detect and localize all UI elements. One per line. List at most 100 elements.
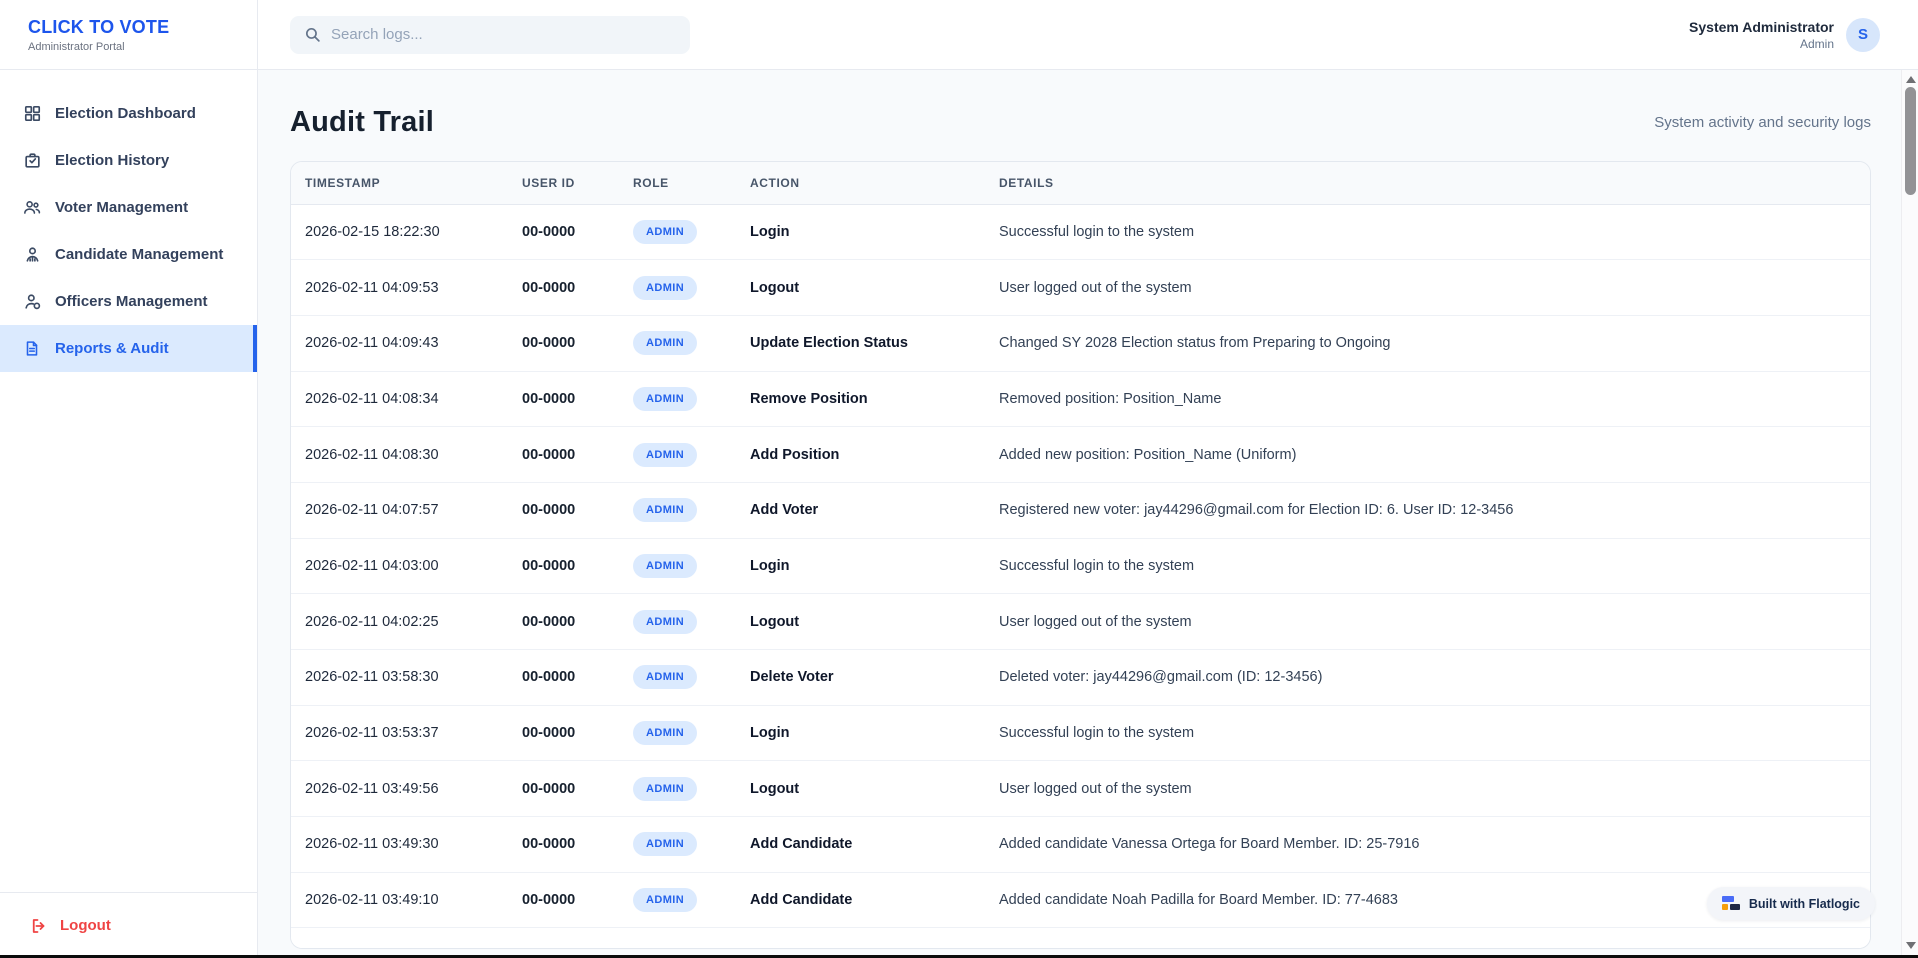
user-id-cell: 00-0000 bbox=[508, 650, 619, 706]
action-cell: Logout bbox=[736, 594, 985, 650]
flatlogic-label: Built with Flatlogic bbox=[1749, 897, 1860, 911]
logout-button[interactable]: Logout bbox=[0, 892, 257, 958]
sidebar-item-label: Candidate Management bbox=[55, 246, 223, 263]
timestamp-cell: 2026-02-11 04:02:25 bbox=[291, 594, 508, 650]
sidebar-nav: Election Dashboard Election History Voter … bbox=[0, 70, 257, 372]
avatar[interactable]: S bbox=[1846, 18, 1880, 52]
sidebar-item-officers-management[interactable]: Officers Management bbox=[0, 278, 257, 325]
action-cell: Login bbox=[736, 204, 985, 260]
search-box[interactable] bbox=[290, 16, 690, 54]
voters-group-icon bbox=[22, 198, 42, 218]
details-cell: User logged out of the system bbox=[985, 594, 1870, 650]
timestamp-cell: 2026-02-11 04:09:43 bbox=[291, 315, 508, 371]
role-badge: ADMIN bbox=[633, 498, 697, 522]
role-badge: ADMIN bbox=[633, 665, 697, 689]
table-row: 2026-02-15 18:22:3000-0000ADMINLoginSucc… bbox=[291, 204, 1870, 260]
details-cell: Successful login to the system bbox=[985, 705, 1870, 761]
action-cell: Add Candidate bbox=[736, 872, 985, 928]
table-row: 2026-02-11 03:49:3000-0000ADMINAdd Candi… bbox=[291, 817, 1870, 873]
timestamp-cell: 2026-02-11 03:49:10 bbox=[291, 872, 508, 928]
action-cell: Add Position bbox=[736, 427, 985, 483]
search-input[interactable] bbox=[331, 26, 676, 43]
logout-icon bbox=[30, 917, 48, 935]
timestamp-cell: 2026-02-11 04:09:53 bbox=[291, 260, 508, 316]
table-row-partial bbox=[291, 928, 1870, 948]
action-cell: Login bbox=[736, 705, 985, 761]
table-row: 2026-02-11 04:08:3400-0000ADMINRemove Po… bbox=[291, 371, 1870, 427]
details-cell: Deleted voter: jay44296@gmail.com (ID: 1… bbox=[985, 650, 1870, 706]
timestamp-cell: 2026-02-11 03:49:56 bbox=[291, 761, 508, 817]
details-cell: Registered new voter: jay44296@gmail.com… bbox=[985, 482, 1870, 538]
column-header-user-id: USER ID bbox=[508, 162, 619, 204]
search-icon bbox=[304, 26, 321, 43]
table-row: 2026-02-11 04:09:5300-0000ADMINLogoutUse… bbox=[291, 260, 1870, 316]
ballot-history-icon bbox=[22, 151, 42, 171]
timestamp-cell: 2026-02-11 03:58:30 bbox=[291, 650, 508, 706]
user-id-cell: 00-0000 bbox=[508, 761, 619, 817]
action-cell: Login bbox=[736, 538, 985, 594]
report-document-icon bbox=[22, 339, 42, 359]
table-row: 2026-02-11 04:08:3000-0000ADMINAdd Posit… bbox=[291, 427, 1870, 483]
role-badge: ADMIN bbox=[633, 888, 697, 912]
table-row: 2026-02-11 03:49:5600-0000ADMINLogoutUse… bbox=[291, 761, 1870, 817]
sidebar-item-label: Election History bbox=[55, 152, 169, 169]
user-id-cell: 00-0000 bbox=[508, 817, 619, 873]
user-menu[interactable]: System Administrator Admin S bbox=[1689, 0, 1880, 69]
action-cell: Add Voter bbox=[736, 482, 985, 538]
sidebar-item-candidate-management[interactable]: Candidate Management bbox=[0, 231, 257, 278]
flatlogic-logo-icon bbox=[1722, 896, 1740, 911]
role-badge: ADMIN bbox=[633, 276, 697, 300]
user-id-cell: 00-0000 bbox=[508, 482, 619, 538]
table-row: 2026-02-11 03:53:3700-0000ADMINLoginSucc… bbox=[291, 705, 1870, 761]
user-name: System Administrator bbox=[1689, 19, 1834, 35]
sidebar-item-election-dashboard[interactable]: Election Dashboard bbox=[0, 90, 257, 137]
candidate-person-icon bbox=[22, 245, 42, 265]
timestamp-cell: 2026-02-11 04:08:34 bbox=[291, 371, 508, 427]
user-id-cell: 00-0000 bbox=[508, 705, 619, 761]
top-bar: CLICK TO VOTE Administrator Portal Syste… bbox=[0, 0, 1918, 70]
role-badge: ADMIN bbox=[633, 610, 697, 634]
scrollbar-down-arrow-icon[interactable] bbox=[1906, 942, 1916, 949]
role-badge: ADMIN bbox=[633, 721, 697, 745]
sidebar-item-reports-audit[interactable]: Reports & Audit bbox=[0, 325, 257, 372]
user-id-cell: 00-0000 bbox=[508, 427, 619, 483]
table-row: 2026-02-11 04:09:4300-0000 ADMIN Update El… bbox=[291, 315, 1870, 371]
table-row: 2026-02-11 04:07:5700-0000 ADMIN Add Voter… bbox=[291, 482, 1870, 538]
sidebar-item-label: Election Dashboard bbox=[55, 105, 196, 122]
table-row: 2026-02-11 03:58:3000-0000ADMINDelete Vo… bbox=[291, 650, 1870, 706]
details-cell: Added candidate Vanessa Ortega for Board… bbox=[985, 817, 1870, 873]
column-header-action: ACTION bbox=[736, 162, 985, 204]
table-row: 2026-02-11 04:03:0000-0000ADMINLoginSucc… bbox=[291, 538, 1870, 594]
sidebar-item-voter-management[interactable]: Voter Management bbox=[0, 184, 257, 231]
sidebar-item-label: Officers Management bbox=[55, 293, 208, 310]
app-title: CLICK TO VOTE bbox=[28, 17, 257, 38]
dashboard-grid-icon bbox=[22, 104, 42, 124]
role-badge: ADMIN bbox=[633, 777, 697, 801]
sidebar-item-label: Voter Management bbox=[55, 199, 188, 216]
timestamp-cell: 2026-02-11 04:07:57 bbox=[291, 482, 508, 538]
details-cell: Successful login to the system bbox=[985, 538, 1870, 594]
scrollbar-up-arrow-icon[interactable] bbox=[1906, 76, 1916, 83]
details-cell: User logged out of the system bbox=[985, 260, 1870, 316]
user-id-cell: 00-0000 bbox=[508, 204, 619, 260]
sidebar-item-election-history[interactable]: Election History bbox=[0, 137, 257, 184]
user-id-cell: 00-0000 bbox=[508, 594, 619, 650]
logout-label: Logout bbox=[60, 917, 111, 934]
vertical-scrollbar[interactable] bbox=[1901, 70, 1918, 955]
action-cell: Update Election Status bbox=[736, 315, 985, 371]
details-cell: Removed position: Position_Name bbox=[985, 371, 1870, 427]
role-badge: ADMIN bbox=[633, 443, 697, 467]
built-with-flatlogic-badge[interactable]: Built with Flatlogic bbox=[1707, 887, 1875, 920]
column-header-timestamp: TIMESTAMP bbox=[291, 162, 508, 204]
scrollbar-thumb[interactable] bbox=[1905, 87, 1916, 195]
role-badge: ADMIN bbox=[633, 331, 697, 355]
column-header-details: DETAILS bbox=[985, 162, 1870, 204]
page-subtitle: System activity and security logs bbox=[1654, 114, 1871, 131]
timestamp-cell: 2026-02-15 18:22:30 bbox=[291, 204, 508, 260]
user-id-cell: 00-0000 bbox=[508, 260, 619, 316]
user-id-cell: 00-0000 bbox=[508, 315, 619, 371]
details-cell: Changed SY 2028 Election status from Pre… bbox=[985, 315, 1870, 371]
table-header-row: TIMESTAMPUSER IDROLEACTIONDETAILS bbox=[291, 162, 1870, 204]
user-role: Admin bbox=[1689, 37, 1834, 51]
details-cell: Successful login to the system bbox=[985, 204, 1870, 260]
